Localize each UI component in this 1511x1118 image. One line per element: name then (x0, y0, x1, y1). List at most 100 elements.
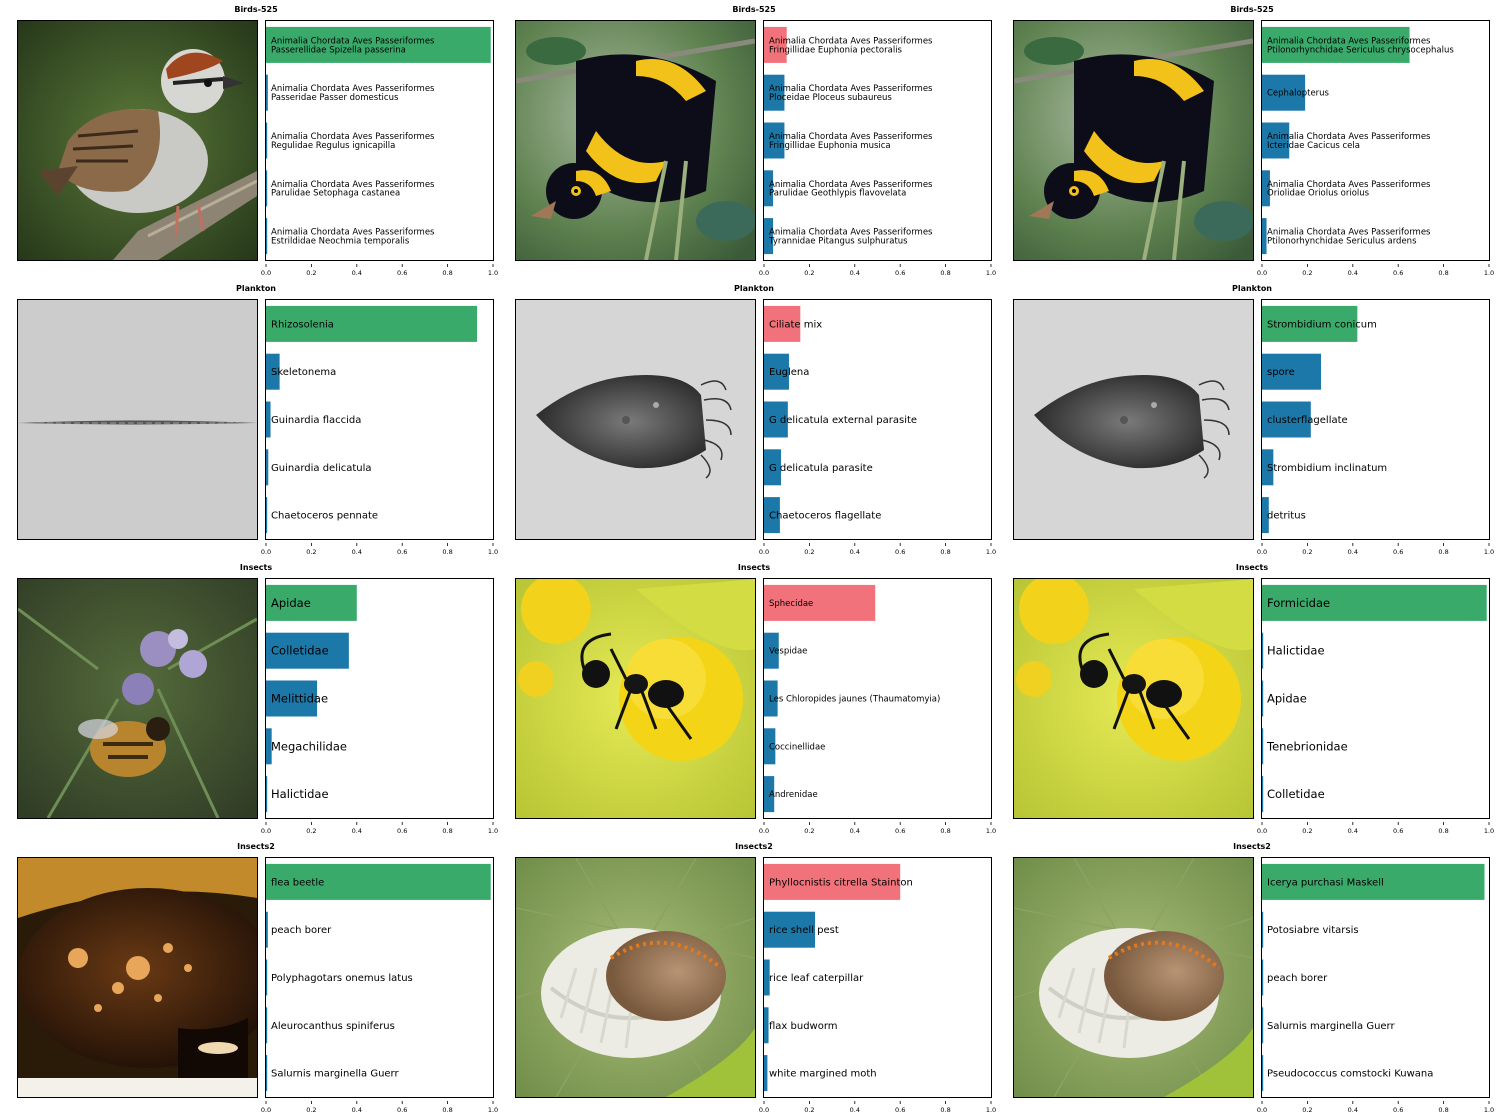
bar-label: Animalia Chordata Aves Passeriformes Ploc… (769, 84, 933, 103)
x-tick-label: 0.8 (1438, 827, 1448, 835)
x-tick-label: 0.2 (1302, 548, 1312, 556)
bar-other (266, 1007, 268, 1044)
beetle-closeup-photo (17, 857, 258, 1098)
bar-other (266, 218, 268, 255)
x-axis-ticks: 0.0 0.2 0.4 0.6 0.8 1.0 (261, 819, 498, 835)
bar-label: peach borer (1267, 973, 1328, 984)
bar-other (764, 1055, 768, 1092)
prediction-panel: Insects2 flea beetle peach borer Polyphago… (17, 842, 498, 1118)
x-tick-label: 0.4 (850, 269, 860, 277)
bar-label: Strombidium conicum (1267, 319, 1377, 330)
bar-other (1262, 1007, 1264, 1044)
panel-title: Birds-525 (732, 5, 776, 14)
bar-label: Melittidae (271, 692, 328, 706)
bar-label: white margined moth (769, 1069, 877, 1080)
bowerbird-photo (1013, 20, 1254, 261)
bar-label: Animalia Chordata Aves Passeriformes Frin… (769, 36, 933, 55)
x-tick-label: 0.4 (1348, 827, 1358, 835)
bar-label: Animalia Chordata Aves Passeriformes Ptil… (1267, 228, 1431, 247)
bar-chart: Animalia Chordata Aves Passeriformes Ptil… (1261, 20, 1490, 261)
x-tick-label: 1.0 (1484, 548, 1494, 556)
panel-title: Insects2 (237, 842, 275, 851)
bar-label: Strombidium inclinatum (1267, 463, 1387, 474)
x-tick-label: 0.0 (1257, 827, 1267, 835)
panel-title: Plankton (1231, 284, 1273, 293)
bar-other (266, 911, 268, 948)
x-tick-label: 0.6 (1393, 827, 1403, 835)
x-tick-label: 0.0 (261, 548, 271, 556)
x-axis-ticks: 0.0 0.2 0.4 0.6 0.8 1.0 (759, 819, 996, 835)
prediction-panel: Insects2 Icerya purchasi Maskell Potosiab… (1013, 842, 1494, 1118)
bar-label: clusterflagellate (1267, 415, 1348, 426)
bee-on-rosemary-photo (17, 578, 258, 819)
x-axis-ticks: 0.0 0.2 0.4 0.6 0.8 1.0 (759, 1098, 996, 1114)
x-tick-label: 1.0 (986, 548, 996, 556)
bar-label: Phyllocnistis citrella Stainton (769, 877, 913, 888)
bar-chart: Formicidae Halictidae Apidae Tenebrionidae C… (1261, 578, 1490, 819)
bar-other (764, 1007, 769, 1044)
bar-label: Potosiabre vitarsis (1267, 925, 1359, 936)
panel-title: Plankton (733, 284, 775, 293)
bar-label: detritus (1267, 511, 1306, 522)
bar-label: Halictidae (1267, 644, 1325, 658)
x-tick-label: 1.0 (1484, 827, 1494, 835)
bar-other (1262, 911, 1264, 948)
x-tick-label: 0.0 (759, 269, 769, 277)
bar-other (266, 122, 268, 159)
x-tick-label: 0.8 (1438, 548, 1448, 556)
bar-label: Animalia Chordata Aves Passeriformes Icte… (1267, 132, 1431, 151)
x-tick-label: 0.6 (397, 269, 407, 277)
bar-label: Guinardia flaccida (271, 415, 361, 426)
bar-label: rice shell pest (769, 925, 839, 936)
x-tick-label: 0.4 (850, 548, 860, 556)
bar-chart: Icerya purchasi Maskell Potosiabre vitars… (1261, 857, 1490, 1098)
x-tick-label: 0.6 (895, 548, 905, 556)
panel-title: Birds-525 (234, 5, 278, 14)
bar-chart: Phyllocnistis citrella Stainton rice shel… (763, 857, 992, 1098)
bar-other (1262, 1055, 1264, 1092)
x-tick-label: 0.0 (759, 827, 769, 835)
bar-other (266, 497, 268, 534)
bar-label: Skeletonema (271, 367, 336, 378)
bar-other (1262, 218, 1267, 255)
x-tick-label: 0.6 (895, 827, 905, 835)
x-tick-label: 0.2 (804, 827, 814, 835)
prediction-panel: Birds-525 Animalia Chordata Aves Passeri… (515, 5, 996, 281)
x-tick-label: 0.4 (850, 827, 860, 835)
x-tick-label: 0.4 (1348, 548, 1358, 556)
x-tick-label: 0.6 (1393, 269, 1403, 277)
x-tick-label: 0.0 (261, 827, 271, 835)
x-tick-label: 1.0 (986, 269, 996, 277)
ant-on-yellow-flower-photo (1013, 578, 1254, 819)
bar-label: Cephalopterus (1267, 89, 1330, 99)
ciliate-micrograph (515, 299, 756, 540)
bar-label: Guinardia delicatula (271, 463, 372, 474)
bar-label: Colletidae (271, 644, 329, 658)
x-tick-label: 0.2 (306, 269, 316, 277)
prediction-panel: Insects Sphecidae Vespidae Les Chloropides… (515, 563, 996, 839)
x-tick-label: 0.6 (895, 269, 905, 277)
bar-label: Animalia Chordata Aves Passeriformes Paru… (271, 180, 435, 199)
panel-title: Insects (239, 563, 273, 572)
bar-label: Animalia Chordata Aves Passeriformes Orio… (1267, 180, 1431, 199)
bar-label: flax budworm (769, 1021, 838, 1032)
panel-title: Plankton (235, 284, 277, 293)
panel-title: Insects (1235, 563, 1269, 572)
bar-label: flea beetle (271, 877, 324, 888)
bar-other (266, 401, 271, 438)
x-tick-label: 1.0 (488, 548, 498, 556)
x-tick-label: 0.4 (1348, 269, 1358, 277)
chipping-sparrow-photo (17, 20, 258, 261)
bowerbird-photo (515, 20, 756, 261)
x-tick-label: 0.0 (1257, 548, 1267, 556)
bar-other (266, 776, 268, 813)
bar-label: Animalia Chordata Aves Passeriformes Ptil… (1267, 36, 1454, 55)
bar-label: Les Chloropides jaunes (Thaumatomyia) (769, 694, 940, 704)
bar-label: Megachilidae (271, 739, 347, 753)
prediction-panel: Birds-525 Animalia Chordata Aves Passeri… (17, 5, 498, 281)
prediction-panel: Insects2 Phyllocnistis citrella Stainton… (515, 842, 996, 1118)
x-tick-label: 1.0 (986, 827, 996, 835)
x-tick-label: 0.8 (940, 269, 950, 277)
x-tick-label: 0.8 (940, 827, 950, 835)
x-tick-label: 0.0 (261, 269, 271, 277)
